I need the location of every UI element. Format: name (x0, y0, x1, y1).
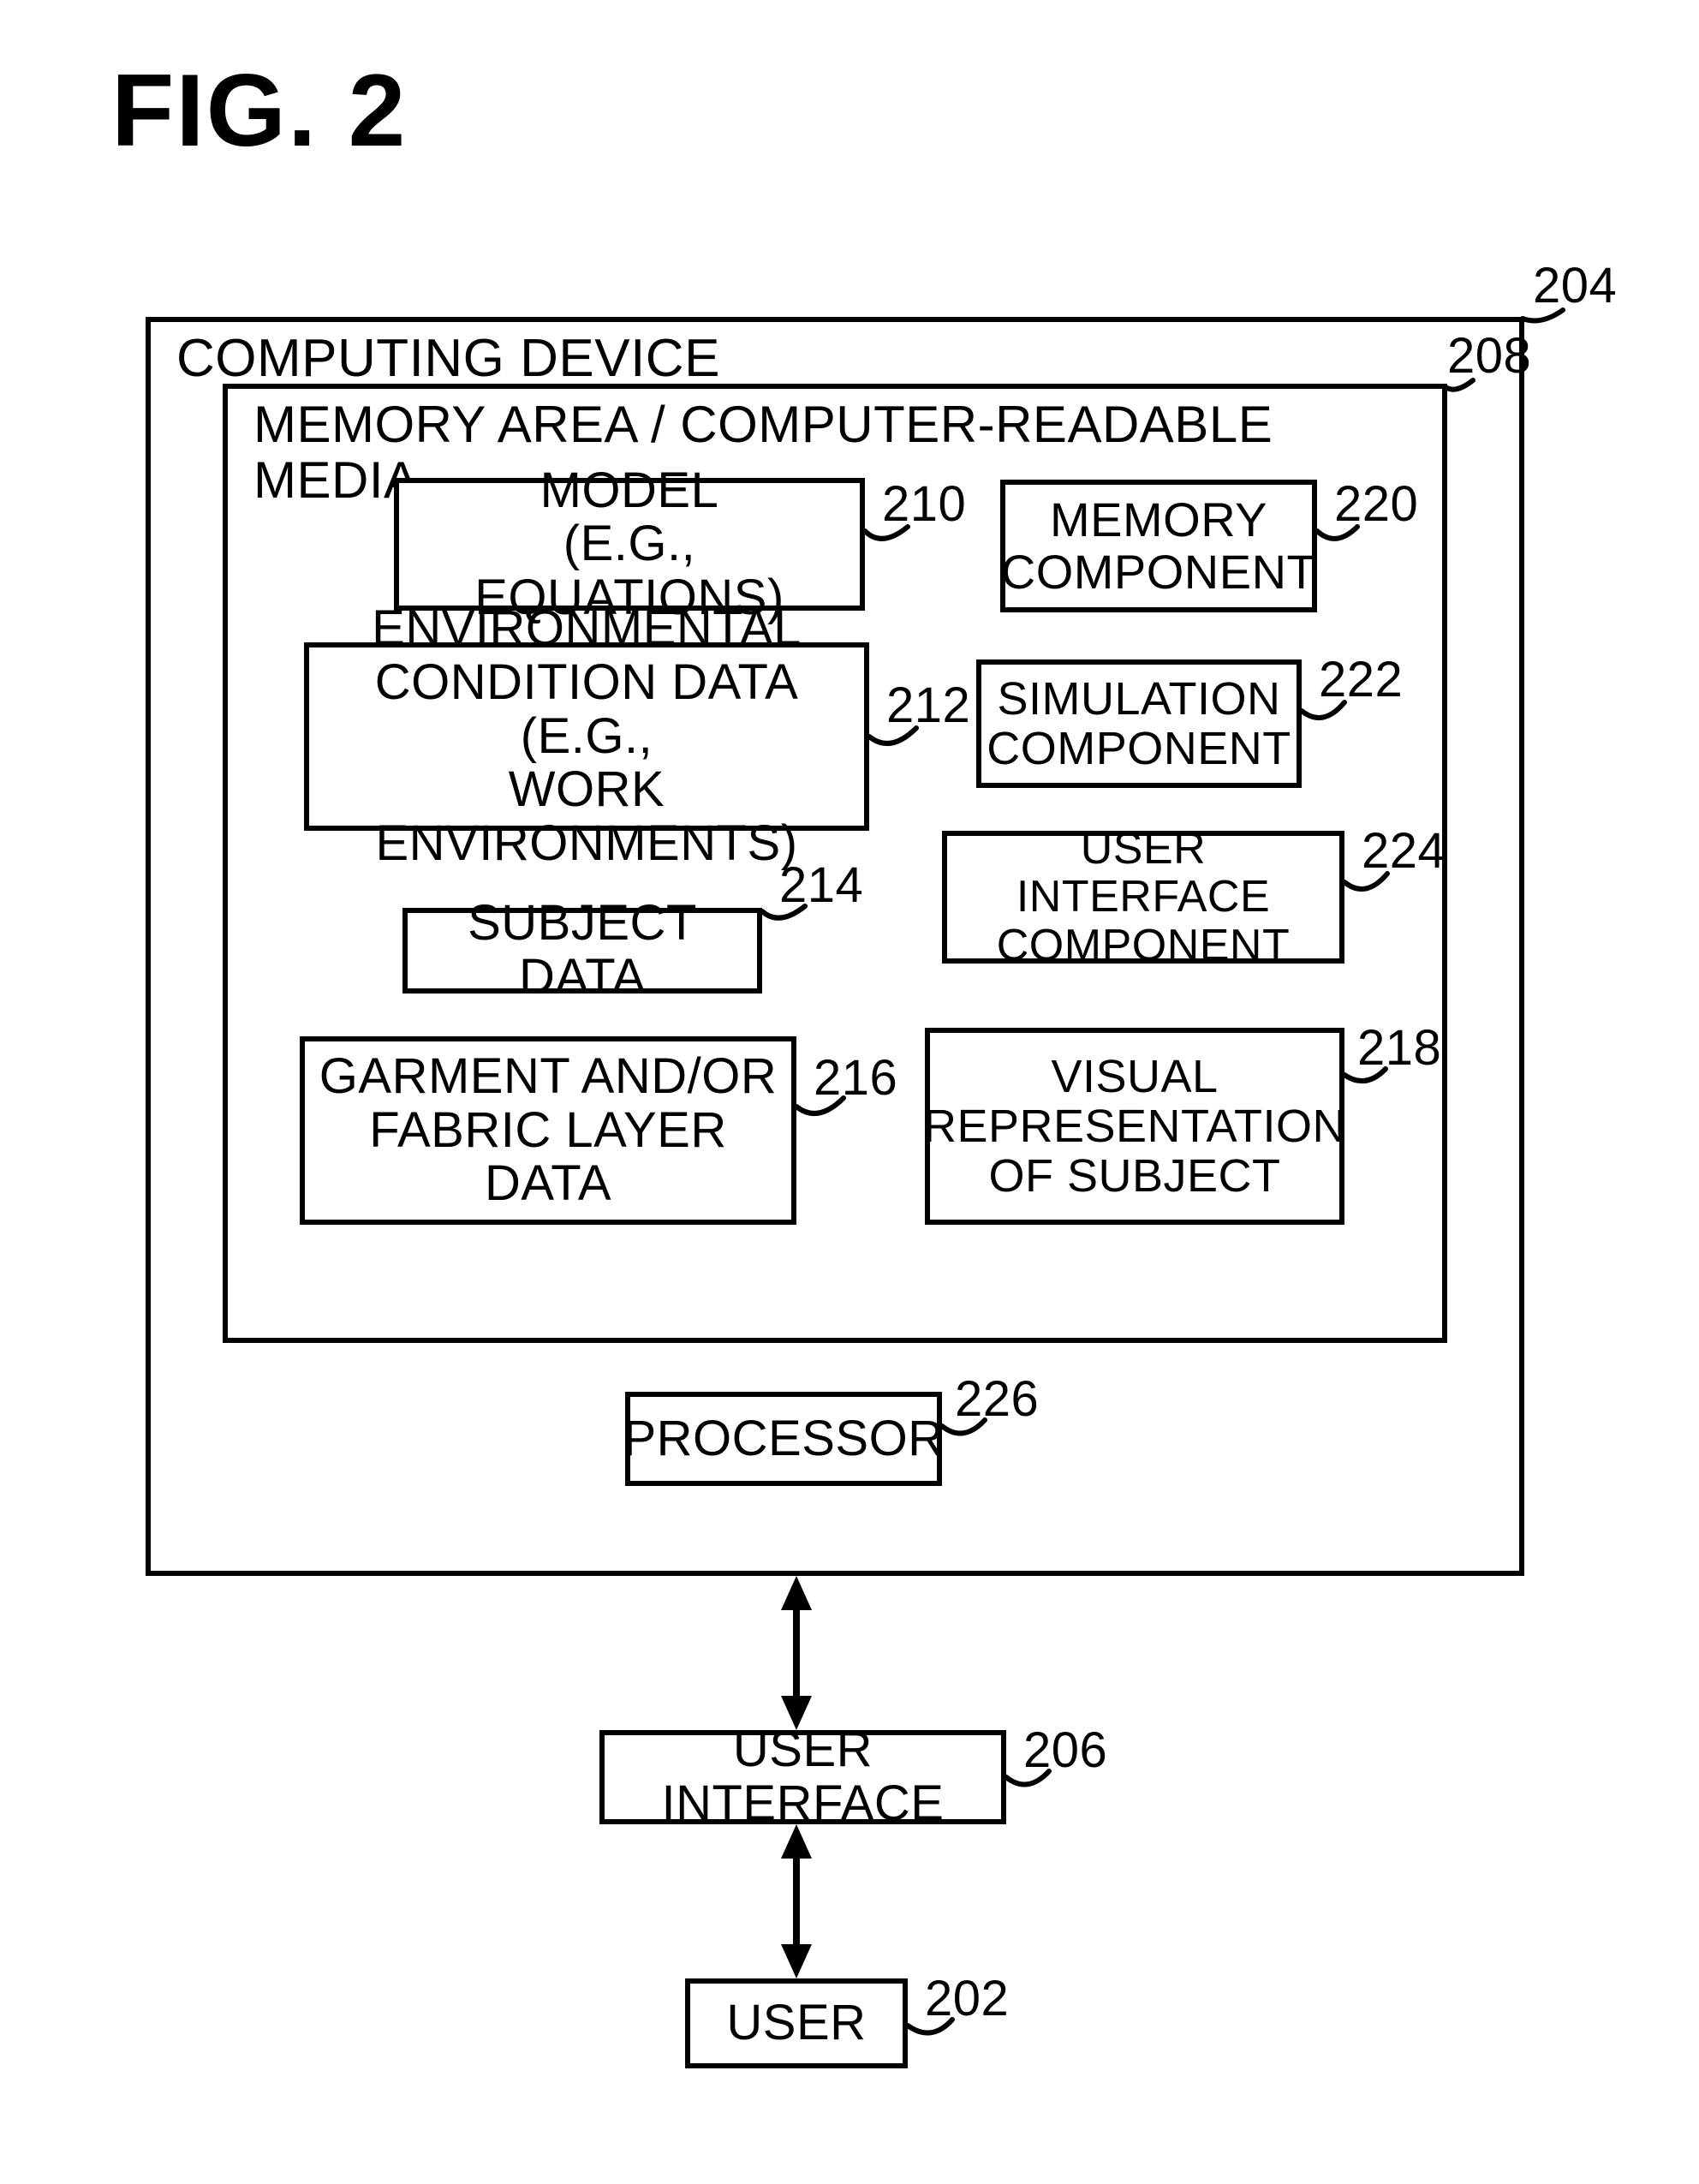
user-interface-box: USER INTERFACE (599, 1730, 1006, 1824)
computing-device-title: COMPUTING DEVICE (176, 331, 720, 388)
ref-210: 210 (882, 475, 966, 533)
ui-component-label: USER INTERFACE COMPONENT (956, 825, 1331, 969)
ref-226: 226 (955, 1370, 1039, 1428)
env-cond-box: ENVIRONMENTAL CONDITION DATA (E.G., WORK… (304, 642, 869, 831)
env-cond-label: ENVIRONMENTAL CONDITION DATA (E.G., WORK… (318, 602, 855, 870)
memory-component-label: MEMORY COMPONENT (1001, 494, 1317, 598)
ui-component-box: USER INTERFACE COMPONENT (942, 831, 1344, 964)
user-interface-label: USER INTERFACE (613, 1723, 993, 1830)
figure-title: FIG. 2 (111, 51, 407, 170)
ref-224: 224 (1362, 822, 1446, 880)
ref-204: 204 (1533, 257, 1617, 314)
ref-222: 222 (1319, 651, 1403, 708)
garment-box: GARMENT AND/OR FABRIC LAYER DATA (300, 1036, 796, 1225)
ref-206: 206 (1023, 1722, 1107, 1779)
garment-label: GARMENT AND/OR FABRIC LAYER DATA (319, 1050, 777, 1211)
diagram-stage: FIG. 2 COMPUTING DEVICE 204 MEMORY AREA … (0, 0, 1699, 2184)
simulation-component-box: SIMULATION COMPONENT (976, 659, 1302, 788)
ref-208: 208 (1447, 327, 1531, 385)
processor-box: PROCESSOR (625, 1392, 942, 1486)
processor-label: PROCESSOR (623, 1412, 944, 1466)
ref-214: 214 (779, 856, 863, 914)
memory-component-box: MEMORY COMPONENT (1000, 480, 1317, 612)
simulation-component-label: SIMULATION COMPONENT (987, 674, 1291, 774)
ref-202: 202 (925, 1970, 1009, 2027)
visual-rep-label: VISUAL REPRESENTATION OF SUBJECT (923, 1052, 1346, 1202)
ref-220: 220 (1334, 475, 1418, 533)
subject-data-label: SUBJECT DATA (416, 897, 748, 1004)
ref-216: 216 (814, 1049, 897, 1107)
user-label: USER (726, 1996, 866, 2050)
subject-data-box: SUBJECT DATA (402, 908, 762, 994)
ref-212: 212 (886, 677, 970, 734)
visual-rep-box: VISUAL REPRESENTATION OF SUBJECT (925, 1028, 1344, 1225)
ref-218: 218 (1357, 1019, 1441, 1077)
user-box: USER (685, 1978, 908, 2068)
model-box: MODEL (E.G., EQUATIONS) (394, 478, 865, 611)
